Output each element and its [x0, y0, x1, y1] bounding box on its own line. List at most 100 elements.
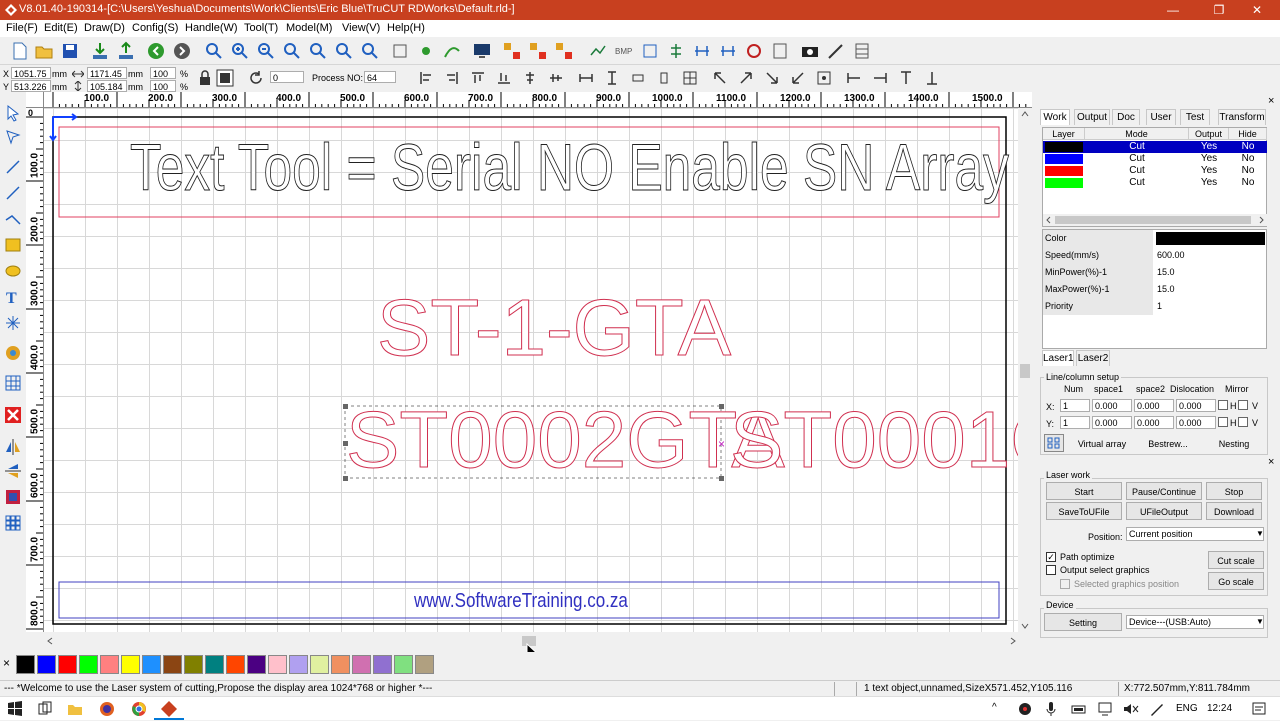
prop-color-swatch[interactable] — [1156, 232, 1265, 245]
smooth-curve-icon[interactable] — [442, 41, 462, 61]
device-dropdown-icon[interactable]: ▼ — [1256, 617, 1264, 626]
microphone-icon[interactable] — [1042, 700, 1060, 718]
mirror-icon[interactable] — [216, 69, 234, 87]
pause-continue-button[interactable]: Pause/Continue — [1126, 482, 1202, 500]
align-top-icon[interactable] — [470, 70, 486, 86]
palette-swatch[interactable] — [121, 655, 140, 674]
node-edit-icon[interactable] — [416, 41, 436, 61]
left-edge-icon[interactable] — [846, 70, 862, 86]
monitor-icon[interactable] — [472, 41, 492, 61]
mirror-vertical-icon[interactable] — [4, 462, 22, 480]
output-select-checkbox[interactable] — [1046, 565, 1056, 575]
same-height-icon[interactable] — [604, 70, 620, 86]
delete-red-icon[interactable] — [4, 406, 22, 424]
network-icon[interactable] — [1096, 700, 1114, 718]
distribute-h-icon[interactable] — [630, 70, 646, 86]
array-copy-icon[interactable] — [502, 41, 522, 61]
palette-swatch[interactable] — [205, 655, 224, 674]
layer-mode[interactable]: Cut — [1085, 153, 1189, 165]
virtual-array-button[interactable]: Virtual array — [1070, 435, 1134, 453]
save-icon[interactable] — [60, 41, 80, 61]
scale-y-field[interactable]: 100 — [150, 80, 176, 92]
layer-table-scrollbar[interactable] — [1043, 214, 1268, 226]
distribute-icon[interactable] — [692, 41, 712, 61]
y-space1-field[interactable]: 0.000 — [1092, 416, 1132, 429]
import-icon[interactable] — [90, 41, 110, 61]
serial-number-text[interactable]: ST-1-GTA — [376, 287, 731, 368]
panel-close-icon[interactable]: × — [1268, 95, 1274, 107]
move-top-left-icon[interactable] — [712, 70, 728, 86]
align-tool-icon[interactable] — [666, 41, 686, 61]
export-icon[interactable] — [116, 41, 136, 61]
design-canvas[interactable]: × Text Tool = Serial NO Enable SN Array … — [44, 108, 1019, 632]
palette-swatch[interactable] — [16, 655, 35, 674]
minimize-button[interactable]: — — [1150, 0, 1196, 20]
device-select[interactable]: Device---(USB:Auto) — [1126, 615, 1264, 629]
align-center-h-icon[interactable] — [548, 70, 564, 86]
layer-hide[interactable]: No — [1229, 153, 1267, 165]
palette-swatch[interactable] — [310, 655, 329, 674]
rotate-icon[interactable] — [248, 70, 264, 86]
pen-workspace-icon[interactable] — [1148, 700, 1166, 718]
save-to-ufile-button[interactable]: SaveToUFile — [1046, 502, 1122, 520]
layer-row[interactable]: Cut Yes No — [1043, 177, 1267, 189]
path-optimize-checkbox[interactable]: ✓ — [1046, 552, 1056, 562]
palette-swatch[interactable] — [79, 655, 98, 674]
layer-mode[interactable]: Cut — [1085, 177, 1189, 189]
chrome-icon[interactable] — [130, 700, 148, 718]
color-fill-icon[interactable] — [4, 344, 22, 362]
layer-output[interactable]: Yes — [1189, 177, 1229, 189]
redo-icon[interactable] — [172, 41, 192, 61]
right-edge-icon[interactable] — [872, 70, 888, 86]
palette-swatch[interactable] — [58, 655, 77, 674]
banner-text[interactable]: Text Tool = Serial NO Enable SN Array — [130, 134, 1010, 201]
bestrew-button[interactable]: Bestrew... — [1138, 435, 1198, 453]
tab-work[interactable]: Work — [1040, 109, 1070, 125]
same-width-icon[interactable] — [578, 70, 594, 86]
tab-output[interactable]: Output — [1074, 109, 1110, 125]
angle-field[interactable]: 0 — [270, 71, 304, 83]
x-space2-field[interactable]: 0.000 — [1134, 399, 1174, 412]
y-num-field[interactable]: 1 — [1060, 416, 1090, 429]
prop-value-minpower[interactable]: 15.0 — [1157, 264, 1175, 281]
layer-mode[interactable]: Cut — [1085, 165, 1189, 177]
dot-tool-icon[interactable] — [4, 314, 22, 332]
zoom-plus-icon[interactable] — [230, 41, 250, 61]
open-folder-icon[interactable] — [34, 41, 54, 61]
x-mirror-v-checkbox[interactable] — [1238, 400, 1248, 410]
curve-tool-icon[interactable] — [588, 41, 608, 61]
grid-array-icon[interactable] — [4, 374, 22, 392]
distribute-v-icon[interactable] — [656, 70, 672, 86]
ungroup-icon[interactable] — [554, 41, 574, 61]
y-space2-field[interactable]: 0.000 — [1134, 416, 1174, 429]
volume-mute-icon[interactable] — [1122, 700, 1140, 718]
x-space1-field[interactable]: 0.000 — [1092, 399, 1132, 412]
x-num-field[interactable]: 1 — [1060, 399, 1090, 412]
pen-tool-icon[interactable] — [826, 41, 846, 61]
rectangle-tool-icon[interactable] — [4, 236, 22, 254]
rect-frame-icon[interactable] — [640, 41, 660, 61]
polyline-tool-icon[interactable] — [4, 184, 22, 202]
image-tool-icon[interactable] — [4, 488, 22, 506]
layer-output[interactable]: Yes — [1189, 165, 1229, 177]
center-page-icon[interactable] — [682, 70, 698, 86]
zoom-minus-icon[interactable] — [256, 41, 276, 61]
menu-edit[interactable]: Edit(E) — [44, 22, 78, 34]
y-mirror-v-checkbox[interactable] — [1238, 417, 1248, 427]
zoom-data-icon[interactable] — [360, 41, 380, 61]
array-grid-icon[interactable] — [4, 514, 22, 532]
palette-swatch[interactable] — [415, 655, 434, 674]
y-position-field[interactable]: 513.226 — [11, 80, 51, 92]
width-field[interactable]: 1171.45 — [87, 67, 127, 79]
palette-swatch[interactable] — [352, 655, 371, 674]
curve-draw-icon[interactable] — [4, 210, 22, 228]
palette-swatch[interactable] — [226, 655, 245, 674]
group-icon[interactable] — [528, 41, 548, 61]
prop-value-priority[interactable]: 1 — [1157, 298, 1162, 315]
palette-swatch[interactable] — [331, 655, 350, 674]
text-tool-icon[interactable]: T — [4, 288, 22, 307]
laser-head-icon[interactable] — [744, 41, 764, 61]
align-center-v-icon[interactable] — [522, 70, 538, 86]
array-text-second[interactable]: ST0001GT — [729, 399, 1019, 480]
layer-mode[interactable]: Cut — [1085, 141, 1189, 153]
